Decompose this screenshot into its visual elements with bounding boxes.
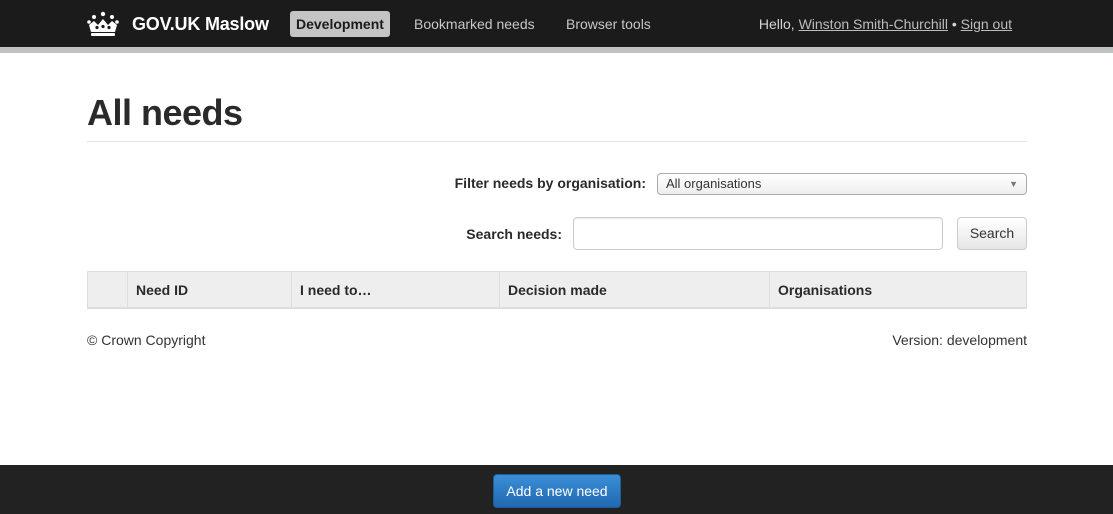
organisation-filter-value: All organisations bbox=[666, 176, 762, 191]
version-text: Version: development bbox=[892, 332, 1027, 348]
navbar-divider bbox=[0, 47, 1113, 53]
user-profile-link[interactable]: Winston Smith-Churchill bbox=[799, 16, 948, 32]
search-input[interactable] bbox=[573, 217, 943, 250]
chevron-down-icon: ▼ bbox=[1009, 179, 1018, 189]
greeting-text: Hello, bbox=[758, 16, 799, 32]
brand-link[interactable]: GOV.UK Maslow bbox=[86, 10, 269, 38]
search-needs-label: Search needs: bbox=[466, 226, 562, 242]
copyright-text: © Crown Copyright bbox=[87, 332, 206, 348]
add-new-need-button[interactable]: Add a new need bbox=[493, 474, 621, 508]
separator-dot: • bbox=[947, 16, 961, 32]
column-header-bookmark bbox=[88, 272, 127, 308]
title-divider bbox=[87, 141, 1027, 142]
environment-badge[interactable]: Development bbox=[290, 11, 390, 37]
organisation-filter-label: Filter needs by organisation: bbox=[454, 175, 646, 191]
column-header-need-id: Need ID bbox=[127, 272, 291, 308]
column-header-organisations: Organisations bbox=[769, 272, 1026, 308]
column-header-decision-made: Decision made bbox=[499, 272, 769, 308]
needs-table-header: Need ID I need to… Decision made Organis… bbox=[87, 271, 1027, 309]
crown-icon bbox=[87, 11, 119, 36]
brand-title: GOV.UK Maslow bbox=[132, 13, 269, 34]
user-menu: Hello, Winston Smith-Churchill • Sign ou… bbox=[759, 11, 1012, 37]
nav-link-bookmarked-needs[interactable]: Bookmarked needs bbox=[414, 11, 535, 37]
column-header-i-need-to: I need to… bbox=[291, 272, 499, 308]
nav-link-browser-tools[interactable]: Browser tools bbox=[566, 11, 651, 37]
page-title: All needs bbox=[87, 92, 243, 133]
sign-out-link[interactable]: Sign out bbox=[961, 16, 1012, 32]
organisation-filter-select[interactable]: All organisations ▼ bbox=[657, 173, 1027, 195]
search-button[interactable]: Search bbox=[957, 217, 1027, 250]
